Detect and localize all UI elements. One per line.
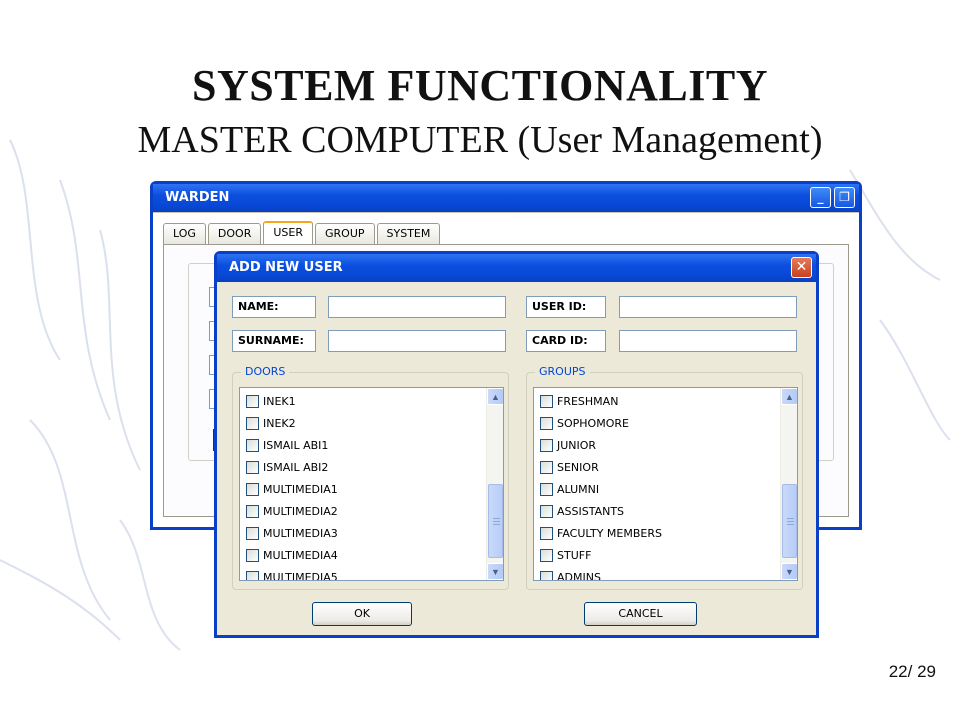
checkbox[interactable] <box>246 548 259 562</box>
page-current: 22 <box>888 662 908 681</box>
door-item[interactable]: MULTIMEDIA1 <box>246 479 338 499</box>
door-item[interactable]: INEK2 <box>246 413 296 433</box>
checkbox[interactable] <box>540 526 553 540</box>
restore-button[interactable]: ❐ <box>834 187 855 208</box>
user-id-label: USER ID: <box>526 296 606 318</box>
groups-scrollbar[interactable]: ▲ ▼ <box>780 388 797 580</box>
door-label: MULTIMEDIA1 <box>263 482 338 496</box>
checkbox[interactable] <box>540 482 553 496</box>
name-input[interactable] <box>328 296 506 318</box>
door-label: INEK2 <box>263 416 296 430</box>
card-id-input[interactable] <box>619 330 797 352</box>
checkbox[interactable] <box>540 548 553 562</box>
checkbox[interactable] <box>246 460 259 474</box>
card-id-label: CARD ID: <box>526 330 606 352</box>
scroll-thumb[interactable] <box>782 484 797 558</box>
page-separator: / <box>907 662 913 681</box>
door-label: INEK1 <box>263 394 296 408</box>
tab-system[interactable]: SYSTEM <box>376 223 441 244</box>
group-label: STUFF <box>557 548 592 562</box>
slide-title: SYSTEM FUNCTIONALITY <box>192 61 768 110</box>
checkbox[interactable] <box>246 526 259 540</box>
doors-legend: DOORS <box>241 365 290 378</box>
ok-button[interactable]: OK <box>312 602 412 626</box>
doors-group: DOORS INEK1 INEK2 ISMAIL ABI1 ISMAIL ABI… <box>232 365 509 590</box>
door-item[interactable]: MULTIMEDIA4 <box>246 545 338 565</box>
door-label: MULTIMEDIA2 <box>263 504 338 518</box>
warden-title: WARDEN <box>165 190 230 205</box>
checkbox[interactable] <box>246 394 259 408</box>
group-item[interactable]: FRESHMAN <box>540 391 618 411</box>
checkbox[interactable] <box>246 504 259 518</box>
cancel-button[interactable]: CANCEL <box>584 602 697 626</box>
group-label: FRESHMAN <box>557 394 619 408</box>
group-label: ASSISTANTS <box>557 504 625 518</box>
scroll-down-icon[interactable]: ▼ <box>781 563 797 580</box>
checkbox[interactable] <box>540 504 553 518</box>
groups-group: GROUPS FRESHMAN SOPHOMORE JUNIOR SENIOR … <box>526 365 803 590</box>
page-total: 29 <box>917 662 936 681</box>
group-label: ALUMNI <box>557 482 600 496</box>
doors-list[interactable]: INEK1 INEK2 ISMAIL ABI1 ISMAIL ABI2 MULT… <box>239 387 504 581</box>
group-item[interactable]: SOPHOMORE <box>540 413 629 433</box>
group-label: ADMINS <box>557 570 601 581</box>
door-label: MULTIMEDIA5 <box>263 570 338 581</box>
surname-label: SURNAME: <box>232 330 316 352</box>
group-item[interactable]: STUFF <box>540 545 591 565</box>
door-item[interactable]: MULTIMEDIA3 <box>246 523 338 543</box>
minimize-button[interactable]: _ <box>810 187 831 208</box>
door-item[interactable]: MULTIMEDIA2 <box>246 501 338 521</box>
warden-titlebar[interactable]: WARDEN _ ❐ <box>153 184 859 212</box>
group-item[interactable]: ADMINS <box>540 567 601 581</box>
tab-strip: LOG DOOR USER GROUP SYSTEM <box>163 221 441 244</box>
group-label: JUNIOR <box>557 438 597 452</box>
user-id-input[interactable] <box>619 296 797 318</box>
checkbox[interactable] <box>246 482 259 496</box>
checkbox[interactable] <box>246 416 259 430</box>
door-label: ISMAIL ABI1 <box>263 438 329 452</box>
group-item[interactable]: ALUMNI <box>540 479 599 499</box>
scroll-up-icon[interactable]: ▲ <box>487 388 503 405</box>
slide-subtitle: MASTER COMPUTER (User Management) <box>137 119 823 161</box>
tab-user[interactable]: USER <box>263 221 313 244</box>
name-label: NAME: <box>232 296 316 318</box>
scroll-thumb[interactable] <box>488 484 503 558</box>
checkbox[interactable] <box>540 460 553 474</box>
checkbox[interactable] <box>540 438 553 452</box>
surname-input[interactable] <box>328 330 506 352</box>
checkbox[interactable] <box>246 438 259 452</box>
doors-scrollbar[interactable]: ▲ ▼ <box>486 388 503 580</box>
group-label: SOPHOMORE <box>557 416 629 430</box>
page-number: 22/ 29 <box>889 662 936 682</box>
group-label: FACULTY MEMBERS <box>557 526 662 540</box>
tab-group[interactable]: GROUP <box>315 223 375 244</box>
door-item[interactable]: ISMAIL ABI2 <box>246 457 328 477</box>
close-button[interactable]: ✕ <box>791 257 812 278</box>
group-item[interactable]: SENIOR <box>540 457 599 477</box>
door-label: MULTIMEDIA3 <box>263 526 338 540</box>
checkbox[interactable] <box>246 570 259 580</box>
groups-list[interactable]: FRESHMAN SOPHOMORE JUNIOR SENIOR ALUMNI … <box>533 387 798 581</box>
dialog-body: NAME: SURNAME: USER ID: CARD ID: DOORS I… <box>217 282 816 635</box>
door-label: ISMAIL ABI2 <box>263 460 329 474</box>
checkbox[interactable] <box>540 394 553 408</box>
group-item[interactable]: ASSISTANTS <box>540 501 624 521</box>
door-item[interactable]: ISMAIL ABI1 <box>246 435 328 455</box>
tab-log[interactable]: LOG <box>163 223 206 244</box>
door-item[interactable]: INEK1 <box>246 391 296 411</box>
tab-door[interactable]: DOOR <box>207 223 262 244</box>
add-user-dialog: ADD NEW USER ✕ NAME: SURNAME: USER ID: C… <box>214 251 819 638</box>
scroll-up-icon[interactable]: ▲ <box>781 388 797 405</box>
checkbox[interactable] <box>540 416 553 430</box>
door-item[interactable]: MULTIMEDIA5 <box>246 567 338 581</box>
scroll-down-icon[interactable]: ▼ <box>487 563 503 580</box>
door-label: MULTIMEDIA4 <box>263 548 338 562</box>
checkbox[interactable] <box>540 570 553 580</box>
group-item[interactable]: FACULTY MEMBERS <box>540 523 662 543</box>
dialog-titlebar[interactable]: ADD NEW USER ✕ <box>217 254 816 282</box>
group-label: SENIOR <box>557 460 599 474</box>
groups-legend: GROUPS <box>535 365 590 378</box>
dialog-title: ADD NEW USER <box>229 260 343 275</box>
group-item[interactable]: JUNIOR <box>540 435 596 455</box>
